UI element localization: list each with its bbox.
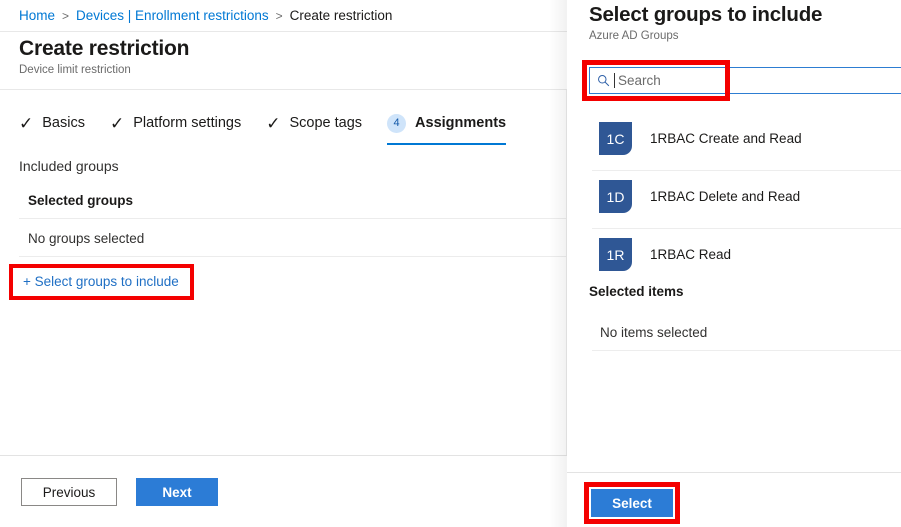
selected-items-header: Selected items (589, 280, 901, 303)
avatar: 1R (599, 238, 632, 271)
panel-footer-divider (567, 472, 901, 473)
search-placeholder-text: Search (618, 73, 661, 88)
page-title: Create restriction (19, 37, 190, 60)
tab-platform-settings[interactable]: ✓ Platform settings (110, 106, 241, 140)
tab-assignments[interactable]: 4 Assignments (387, 106, 507, 145)
tab-basics[interactable]: ✓ Basics (19, 106, 85, 140)
no-groups-divider (19, 256, 567, 257)
group-name: 1RBAC Create and Read (650, 131, 802, 146)
title-divider (0, 89, 567, 90)
tab-step-number-badge: 4 (387, 113, 407, 133)
avatar: 1C (599, 122, 632, 155)
select-button[interactable]: Select (591, 489, 673, 517)
tab-platform-settings-label: Platform settings (133, 115, 242, 131)
breadcrumb-item-home[interactable]: Home (19, 8, 55, 23)
create-restriction-blade: Home > Devices | Enrollment restrictions… (0, 0, 567, 527)
breadcrumb-separator-icon: > (275, 8, 283, 23)
group-name: 1RBAC Delete and Read (650, 189, 801, 204)
panel-subtitle: Azure AD Groups (589, 30, 679, 42)
next-button[interactable]: Next (136, 478, 218, 506)
list-item[interactable]: 1R 1RBAC Read (567, 229, 901, 280)
tab-basics-label: Basics (42, 115, 85, 131)
avatar: 1D (599, 180, 632, 213)
list-item[interactable]: 1C 1RBAC Create and Read (567, 113, 901, 164)
previous-button[interactable]: Previous (21, 478, 117, 506)
breadcrumb-item-devices-enrollment-restrictions[interactable]: Devices | Enrollment restrictions (76, 8, 269, 23)
breadcrumb-separator-icon: > (62, 8, 70, 23)
text-cursor (614, 73, 615, 88)
page-subtitle: Device limit restriction (19, 64, 131, 76)
tab-active-indicator (387, 142, 507, 145)
search-input[interactable]: Search (589, 67, 901, 94)
tab-scope-tags-label: Scope tags (289, 115, 363, 131)
included-groups-label: Included groups (19, 158, 119, 174)
check-icon: ✓ (109, 113, 125, 133)
blade-title-area: Create restriction Device limit restrict… (0, 32, 567, 84)
no-items-selected-row: No items selected (600, 325, 708, 340)
screen-root: Home > Devices | Enrollment restrictions… (0, 0, 901, 527)
no-groups-selected-row: No groups selected (28, 231, 145, 246)
list-item[interactable]: 1D 1RBAC Delete and Read (567, 171, 901, 222)
selected-groups-divider (19, 218, 567, 219)
select-groups-to-include-link[interactable]: + Select groups to include (23, 274, 179, 289)
tab-scope-tags[interactable]: ✓ Scope tags (266, 106, 362, 140)
blade-footer: Previous Next (0, 456, 567, 527)
breadcrumb-item-create-restriction: Create restriction (289, 8, 393, 23)
tab-assignments-label: Assignments (415, 115, 507, 131)
selected-items-divider (592, 350, 901, 351)
select-groups-panel: Select groups to include Azure AD Groups… (567, 0, 901, 527)
selected-groups-column-header: Selected groups (28, 193, 134, 208)
wizard-tabs: ✓ Basics ✓ Platform settings ✓ Scope tag… (19, 106, 531, 145)
search-icon (597, 74, 610, 87)
check-icon: ✓ (19, 113, 34, 133)
panel-title: Select groups to include (589, 3, 823, 26)
check-icon: ✓ (266, 113, 281, 133)
breadcrumb: Home > Devices | Enrollment restrictions… (0, 0, 567, 31)
group-name: 1RBAC Read (650, 247, 732, 262)
